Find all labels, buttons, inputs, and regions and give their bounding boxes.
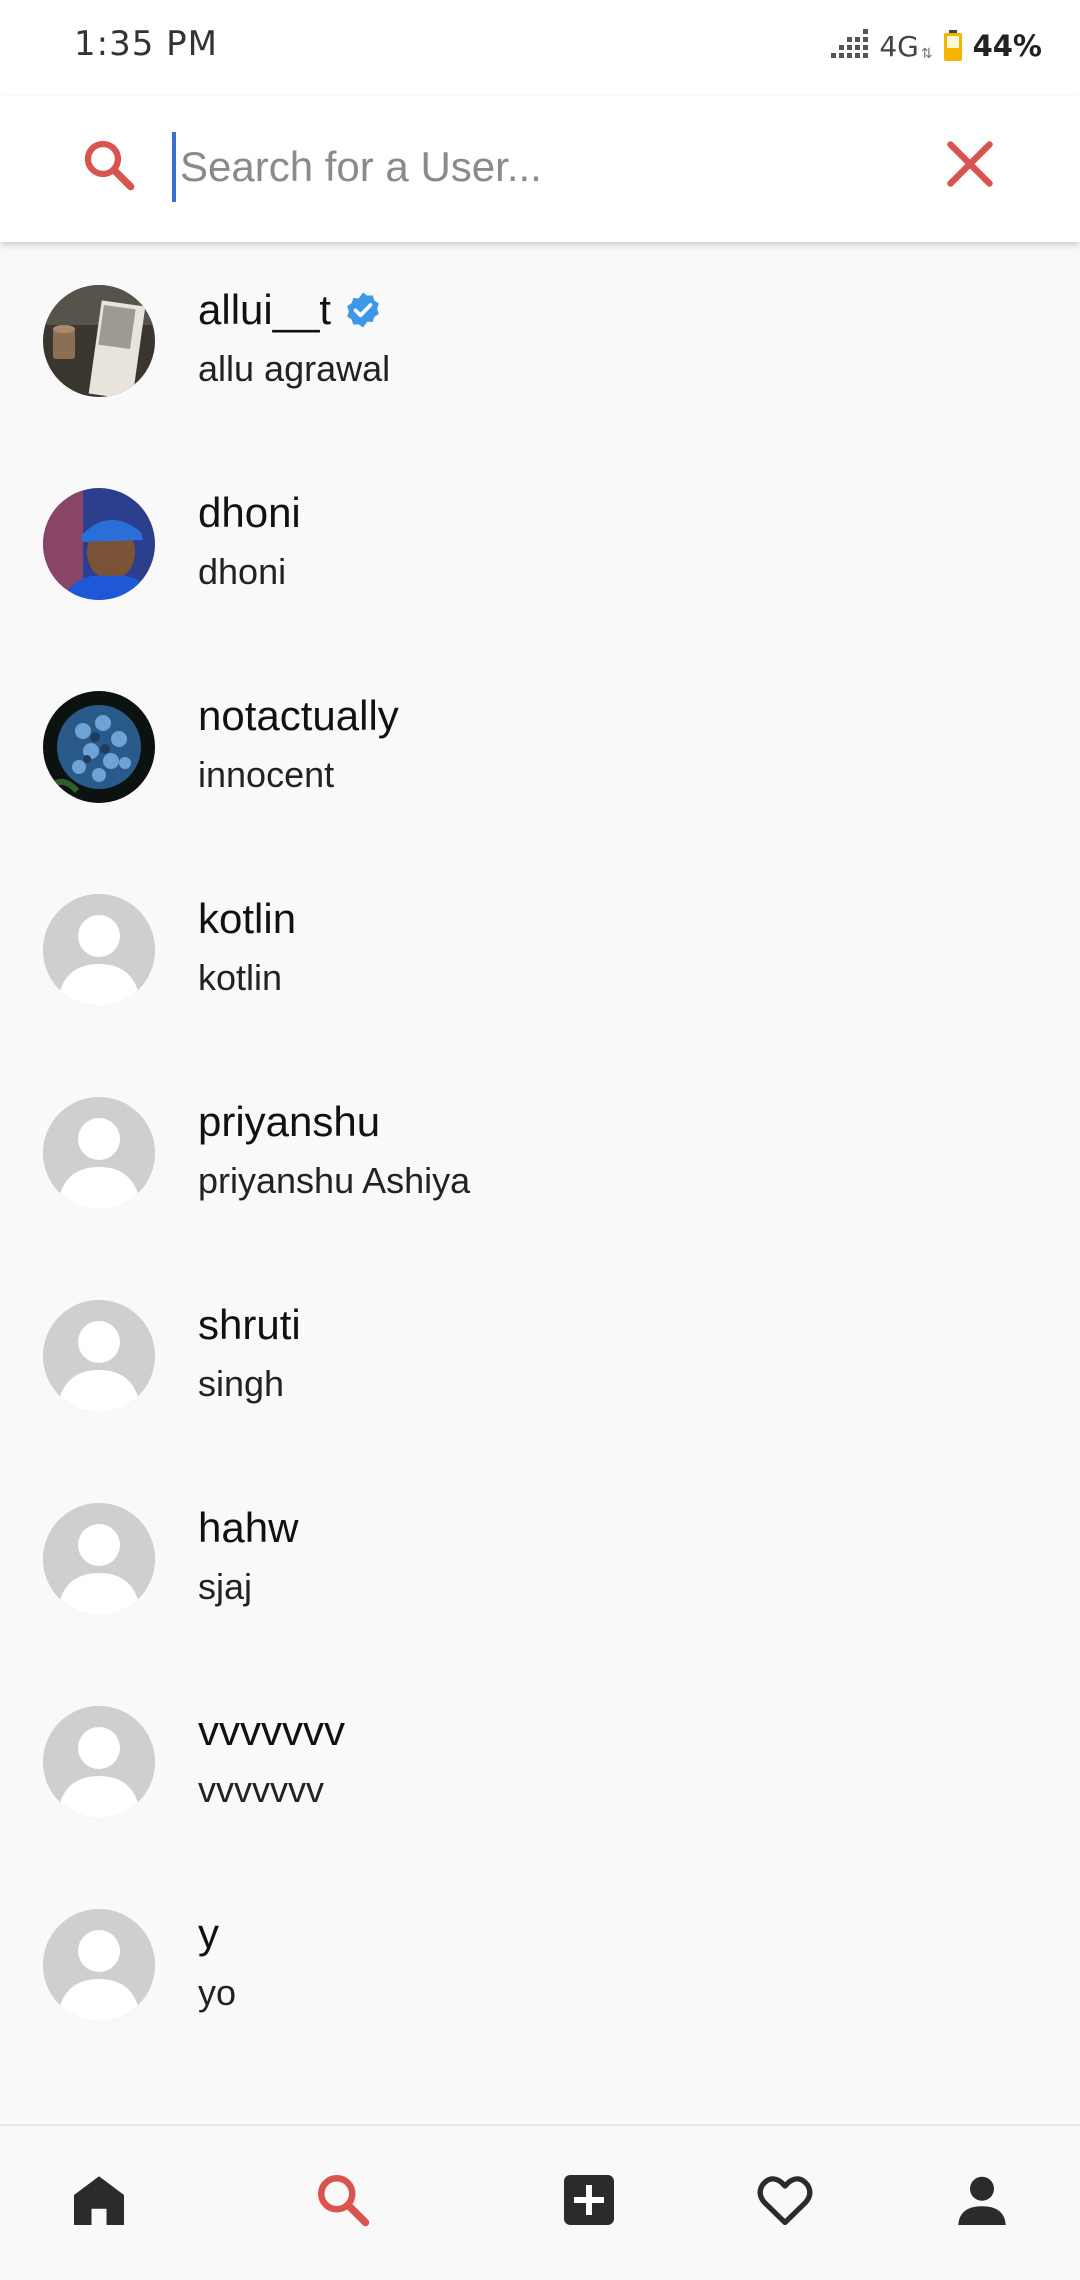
username: y <box>198 1910 219 1957</box>
full-name: priyanshu Ashiya <box>198 1160 471 1201</box>
status-bar: 1:35 PM 4G ⇅ 44% <box>0 0 1080 96</box>
bottom-nav <box>0 2124 1080 2280</box>
default-avatar-icon <box>43 1503 155 1615</box>
search-bar <box>0 96 1080 242</box>
username: hahw <box>198 1504 299 1551</box>
list-item[interactable]: hahw sjaj <box>0 1460 1080 1663</box>
nav-home-button[interactable] <box>69 2170 129 2230</box>
nav-profile-button[interactable] <box>952 2170 1012 2230</box>
clear-search-button[interactable] <box>944 138 996 190</box>
default-avatar-icon <box>43 1097 155 1209</box>
username: dhoni <box>198 489 301 536</box>
avatar[interactable] <box>43 1300 155 1412</box>
person-icon <box>958 2176 1006 2225</box>
search-input[interactable] <box>172 132 892 202</box>
avatar[interactable] <box>43 1097 155 1209</box>
nav-activity-button[interactable] <box>755 2170 815 2230</box>
avatar[interactable] <box>43 488 155 600</box>
avatar[interactable] <box>43 894 155 1006</box>
default-avatar-icon <box>43 1909 155 2021</box>
avatar[interactable] <box>43 1909 155 2021</box>
add-box-icon <box>564 2175 614 2225</box>
list-item[interactable]: shruti singh <box>0 1257 1080 1460</box>
status-indicators: 4G ⇅ 44% <box>829 26 1042 66</box>
user-list: allui__t allu agrawal dhoni dhoni notact… <box>0 242 1080 2069</box>
battery-icon <box>943 30 962 61</box>
avatar[interactable] <box>43 285 155 397</box>
full-name: kotlin <box>198 957 283 998</box>
default-avatar-icon <box>43 894 155 1006</box>
avatar[interactable] <box>43 691 155 803</box>
username: notactually <box>198 692 399 739</box>
list-item[interactable]: priyanshu priyanshu Ashiya <box>0 1054 1080 1257</box>
default-avatar-icon <box>43 1706 155 1818</box>
heart-icon <box>757 2176 813 2226</box>
nav-add-post-button[interactable] <box>559 2170 619 2230</box>
avatar[interactable] <box>43 1706 155 1818</box>
status-time: 1:35 PM <box>74 24 218 64</box>
full-name: sjaj <box>198 1566 253 1607</box>
avatar[interactable] <box>43 1503 155 1615</box>
list-item[interactable]: kotlin kotlin <box>0 851 1080 1054</box>
home-icon <box>74 2176 124 2225</box>
username: shruti <box>198 1301 301 1348</box>
search-icon <box>80 136 138 194</box>
default-avatar-icon <box>43 1300 155 1412</box>
battery-percent: 44% <box>972 29 1042 63</box>
list-item[interactable]: vvvvvvv vvvvvvv <box>0 1663 1080 1866</box>
list-item[interactable]: dhoni dhoni <box>0 445 1080 648</box>
nav-search-button[interactable] <box>313 2170 373 2230</box>
full-name: innocent <box>198 754 335 795</box>
username: priyanshu <box>198 1098 381 1145</box>
list-item[interactable]: allui__t allu agrawal <box>0 242 1080 445</box>
full-name: yo <box>198 1972 237 2013</box>
network-type: 4G <box>879 29 919 63</box>
close-icon <box>947 141 993 187</box>
username: vvvvvvv <box>198 1707 345 1754</box>
full-name: dhoni <box>198 551 287 592</box>
data-arrows-icon: ⇅ <box>920 44 933 61</box>
full-name: singh <box>198 1363 285 1404</box>
full-name: vvvvvvv <box>198 1769 324 1810</box>
full-name: allu agrawal <box>198 348 391 389</box>
list-item[interactable]: y yo <box>0 1866 1080 2069</box>
list-item[interactable]: notactually innocent <box>0 648 1080 851</box>
search-icon <box>318 2175 370 2227</box>
verified-badge-icon <box>347 292 379 328</box>
username: kotlin <box>198 895 297 942</box>
username: allui__t <box>198 286 332 333</box>
signal-icon <box>831 29 869 58</box>
